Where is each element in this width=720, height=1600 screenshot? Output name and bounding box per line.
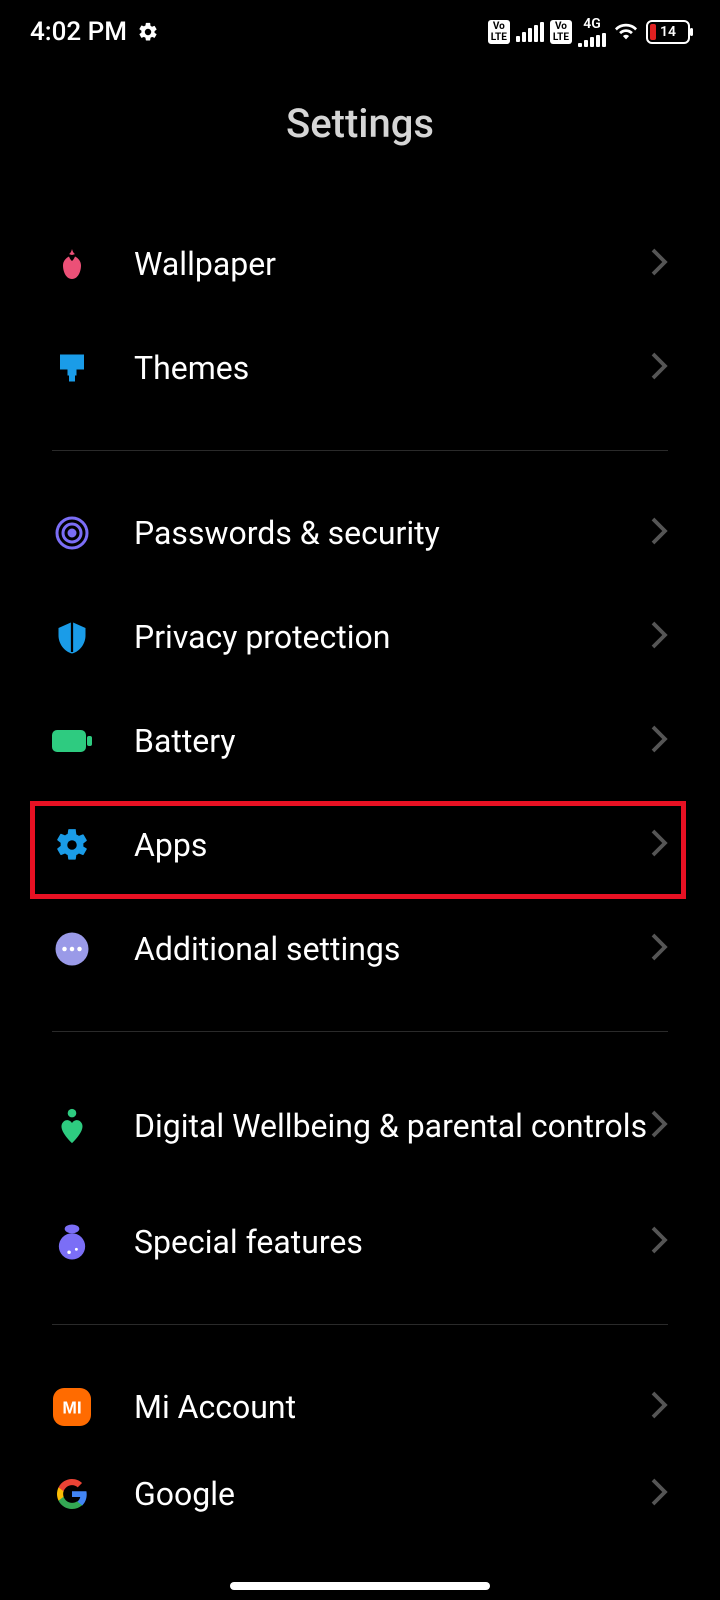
settings-item-digital-wellbeing[interactable]: Digital Wellbeing & parental controls	[0, 1062, 720, 1190]
chevron-right-icon	[650, 1109, 668, 1143]
divider	[52, 1031, 668, 1032]
chevron-right-icon	[650, 1477, 668, 1511]
settings-item-label: Additional settings	[134, 929, 650, 969]
chevron-right-icon	[650, 351, 668, 385]
settings-item-label: Battery	[134, 721, 650, 761]
settings-item-label: Passwords & security	[134, 513, 650, 553]
battery-level: 14	[660, 24, 676, 40]
settings-item-battery[interactable]: Battery	[0, 689, 720, 793]
chevron-right-icon	[650, 724, 668, 758]
apps-gear-icon	[52, 825, 92, 865]
status-bar: 4:02 PM VoLTE VoLTE 4G 14	[0, 0, 720, 55]
volte-icon-1: VoLTE	[488, 20, 510, 44]
settings-item-label: Special features	[134, 1222, 650, 1262]
settings-item-wallpaper[interactable]: Wallpaper	[0, 212, 720, 316]
special-features-icon	[52, 1222, 92, 1262]
signal-column-2: 4G	[578, 17, 606, 47]
settings-item-label: Apps	[134, 825, 650, 865]
settings-item-label: Mi Account	[134, 1387, 650, 1427]
settings-item-google[interactable]: Google	[0, 1459, 720, 1529]
settings-item-themes[interactable]: Themes	[0, 316, 720, 420]
status-left: 4:02 PM	[30, 17, 159, 47]
chevron-right-icon	[650, 1225, 668, 1259]
settings-item-label: Wallpaper	[134, 244, 650, 284]
chevron-right-icon	[650, 620, 668, 654]
page-title: Settings	[0, 100, 720, 147]
settings-item-privacy-protection[interactable]: Privacy protection	[0, 585, 720, 689]
battery-icon: 14	[646, 20, 690, 44]
settings-list: Wallpaper Themes Passwords & security Pr…	[0, 212, 720, 1529]
settings-item-apps[interactable]: Apps	[0, 793, 720, 897]
mi-logo-icon: MI	[52, 1387, 92, 1427]
home-indicator[interactable]	[230, 1582, 490, 1590]
wellbeing-icon	[52, 1106, 92, 1146]
battery-icon	[52, 721, 92, 761]
network-label: 4G	[583, 17, 601, 31]
shield-icon	[52, 617, 92, 657]
divider	[52, 450, 668, 451]
wifi-icon	[612, 21, 640, 43]
settings-item-additional-settings[interactable]: Additional settings	[0, 897, 720, 1001]
signal-bars-2	[578, 33, 606, 47]
status-right: VoLTE VoLTE 4G 14	[488, 17, 690, 47]
svg-text:MI: MI	[62, 1397, 81, 1417]
settings-item-label: Themes	[134, 348, 650, 388]
status-time: 4:02 PM	[30, 17, 127, 47]
divider	[52, 1324, 668, 1325]
volte-icon-2: VoLTE	[550, 20, 572, 44]
settings-item-label: Privacy protection	[134, 617, 650, 657]
more-icon	[52, 929, 92, 969]
chevron-right-icon	[650, 247, 668, 281]
settings-item-label: Digital Wellbeing & parental controls	[134, 1106, 650, 1146]
settings-running-icon	[137, 21, 159, 43]
fingerprint-icon	[52, 513, 92, 553]
settings-item-mi-account[interactable]: MI Mi Account	[0, 1355, 720, 1459]
google-logo-icon	[52, 1474, 92, 1514]
themes-icon	[52, 348, 92, 388]
chevron-right-icon	[650, 1390, 668, 1424]
settings-item-passwords-security[interactable]: Passwords & security	[0, 481, 720, 585]
settings-item-label: Google	[134, 1474, 650, 1514]
chevron-right-icon	[650, 828, 668, 862]
chevron-right-icon	[650, 516, 668, 550]
wallpaper-icon	[52, 244, 92, 284]
signal-bars-1	[516, 22, 544, 42]
chevron-right-icon	[650, 932, 668, 966]
settings-item-special-features[interactable]: Special features	[0, 1190, 720, 1294]
